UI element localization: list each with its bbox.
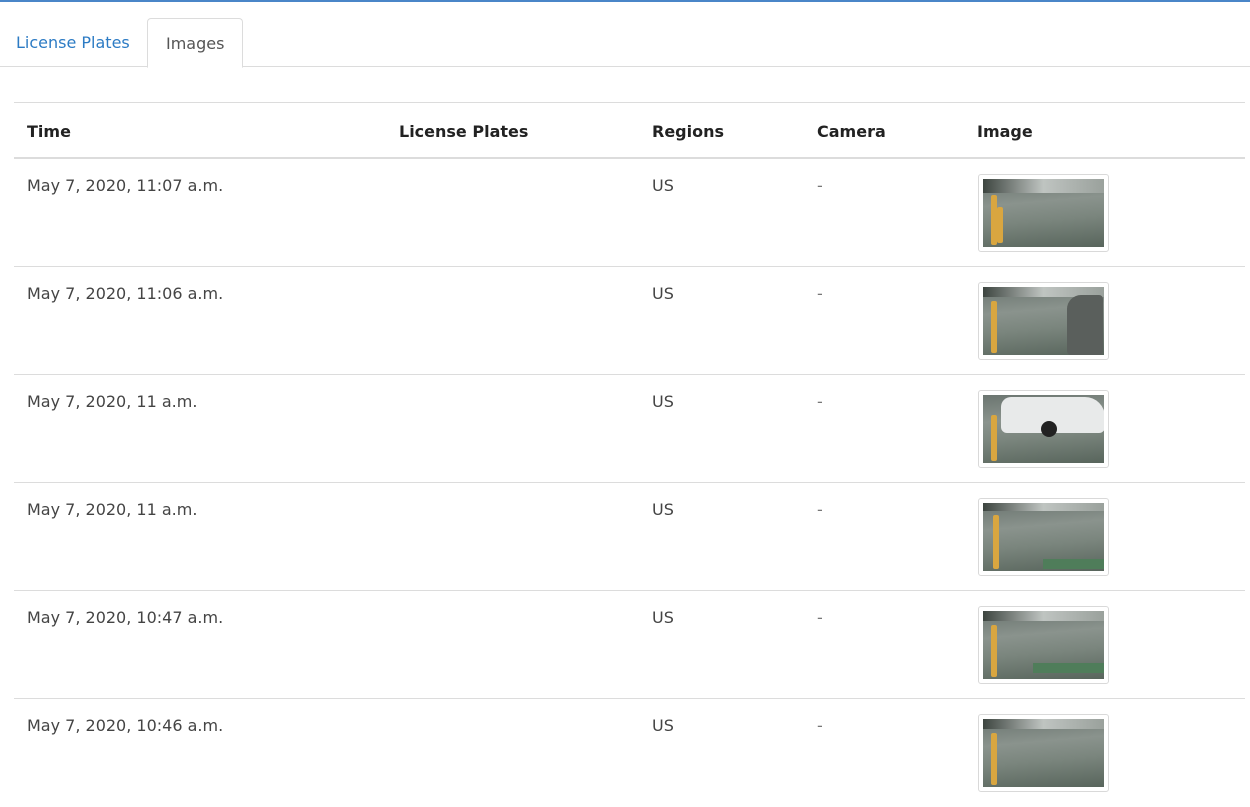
image-thumbnail[interactable]: [978, 390, 1109, 468]
cell-regions: US: [652, 716, 674, 735]
parking-camera-image: [983, 179, 1104, 247]
cell-regions: US: [652, 392, 674, 411]
image-thumbnail[interactable]: [978, 174, 1109, 252]
table-row: May 7, 2020, 11 a.m. US -: [14, 483, 1245, 591]
bollard-post: [993, 515, 999, 569]
cell-camera: -: [817, 500, 823, 519]
bollard-post: [991, 625, 997, 677]
parking-camera-image: [983, 395, 1104, 463]
car-wheel: [1041, 421, 1057, 437]
bollard-post: [991, 301, 997, 353]
cell-time: May 7, 2020, 11 a.m.: [27, 500, 198, 519]
cell-regions: US: [652, 500, 674, 519]
cell-time: May 7, 2020, 10:47 a.m.: [27, 608, 224, 627]
cell-time: May 7, 2020, 10:46 a.m.: [27, 716, 224, 735]
column-header-regions: Regions: [652, 122, 725, 141]
parking-camera-image: [983, 503, 1104, 571]
cell-regions: US: [652, 176, 674, 195]
cell-camera: -: [817, 716, 823, 735]
table-row: May 7, 2020, 11:07 a.m. US -: [14, 159, 1245, 267]
image-thumbnail[interactable]: [978, 498, 1109, 576]
table-row: May 7, 2020, 11:06 a.m. US -: [14, 267, 1245, 375]
garage-wall: [983, 719, 1104, 729]
parking-camera-image: [983, 719, 1104, 787]
parking-camera-image: [983, 611, 1104, 679]
table-row: May 7, 2020, 10:47 a.m. US -: [14, 591, 1245, 699]
table-row: May 7, 2020, 10:46 a.m. US -: [14, 699, 1245, 807]
cell-time: May 7, 2020, 11:07 a.m.: [27, 176, 224, 195]
image-thumbnail[interactable]: [978, 606, 1109, 684]
cell-time: May 7, 2020, 11 a.m.: [27, 392, 198, 411]
image-thumbnail[interactable]: [978, 714, 1109, 792]
image-thumbnail[interactable]: [978, 282, 1109, 360]
garage-wall: [983, 611, 1104, 621]
cell-regions: US: [652, 608, 674, 627]
tab-license-plates[interactable]: License Plates: [0, 18, 146, 67]
cell-camera: -: [817, 392, 823, 411]
cell-camera: -: [817, 608, 823, 627]
tab-bar: License Plates Images: [0, 18, 1250, 68]
results-table: Time License Plates Regions Camera Image…: [14, 102, 1245, 807]
column-header-image: Image: [977, 122, 1033, 141]
cell-time: May 7, 2020, 11:06 a.m.: [27, 284, 224, 303]
column-header-time: Time: [27, 122, 71, 141]
bollard-post: [991, 733, 997, 785]
parked-car: [1067, 295, 1103, 355]
tab-images[interactable]: Images: [147, 18, 243, 68]
parking-camera-image: [983, 287, 1104, 355]
table-header: Time License Plates Regions Camera Image: [14, 103, 1245, 159]
top-accent-line: [0, 0, 1250, 2]
garage-wall: [983, 503, 1104, 511]
cell-camera: -: [817, 284, 823, 303]
bollard-post: [991, 415, 997, 461]
floor-stripe: [1043, 559, 1104, 569]
bollard-post: [997, 207, 1003, 243]
cell-regions: US: [652, 284, 674, 303]
table-row: May 7, 2020, 11 a.m. US -: [14, 375, 1245, 483]
cell-camera: -: [817, 176, 823, 195]
column-header-camera: Camera: [817, 122, 886, 141]
column-header-license-plates: License Plates: [399, 122, 529, 141]
garage-wall: [983, 179, 1104, 193]
floor-stripe: [1033, 663, 1104, 673]
